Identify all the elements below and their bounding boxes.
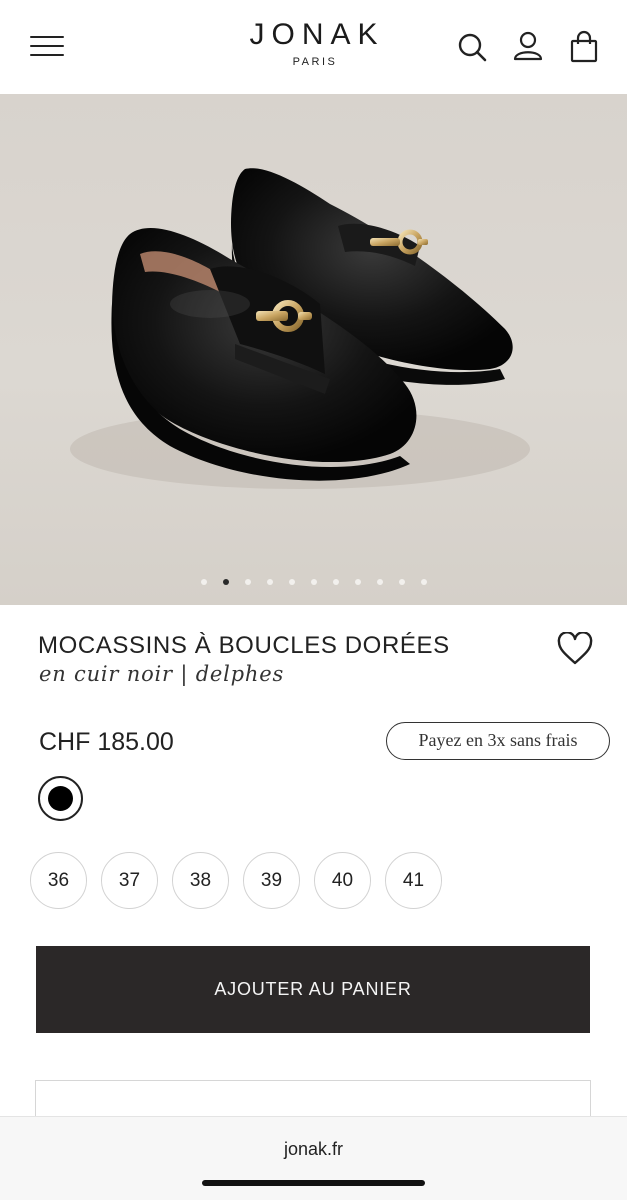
wishlist-heart-icon[interactable] xyxy=(556,631,594,666)
home-indicator[interactable] xyxy=(202,1180,425,1186)
size-option-37[interactable]: 37 xyxy=(101,852,158,909)
carousel-dot[interactable] xyxy=(376,579,383,585)
site-header: JONAK PARIS xyxy=(0,0,627,94)
carousel-dot[interactable] xyxy=(222,579,229,585)
browser-bottom-bar: jonak.fr xyxy=(0,1116,627,1200)
carousel-dot[interactable] xyxy=(332,579,339,585)
account-icon[interactable] xyxy=(512,30,544,64)
carousel-dot[interactable] xyxy=(244,579,251,585)
carousel-dot[interactable] xyxy=(288,579,295,585)
carousel-dot[interactable] xyxy=(310,579,317,585)
add-to-cart-button[interactable]: AJOUTER AU PANIER xyxy=(36,946,590,1033)
size-option-41[interactable]: 41 xyxy=(385,852,442,909)
search-icon[interactable] xyxy=(456,30,488,64)
size-option-39[interactable]: 39 xyxy=(243,852,300,909)
carousel-dot[interactable] xyxy=(200,579,207,585)
carousel-dot[interactable] xyxy=(266,579,273,585)
product-title: MOCASSINS À BOUCLES DORÉES xyxy=(38,632,450,659)
color-swatch-black[interactable] xyxy=(38,776,83,821)
product-subtitle: en cuir noir | delphes xyxy=(39,662,285,686)
carousel-dot[interactable] xyxy=(398,579,405,585)
size-option-36[interactable]: 36 xyxy=(30,852,87,909)
bag-icon[interactable] xyxy=(568,30,600,64)
browser-url[interactable]: jonak.fr xyxy=(0,1139,627,1160)
carousel-dots xyxy=(0,579,627,585)
size-option-40[interactable]: 40 xyxy=(314,852,371,909)
color-swatch-fill xyxy=(48,786,73,811)
loafers-image xyxy=(70,168,530,489)
product-image-carousel[interactable] xyxy=(0,94,627,605)
size-option-38[interactable]: 38 xyxy=(172,852,229,909)
product-price: CHF 185.00 xyxy=(39,728,174,756)
carousel-dot[interactable] xyxy=(354,579,361,585)
pay-in-installments-badge[interactable]: Payez en 3x sans frais xyxy=(386,722,610,760)
carousel-dot[interactable] xyxy=(420,579,427,585)
